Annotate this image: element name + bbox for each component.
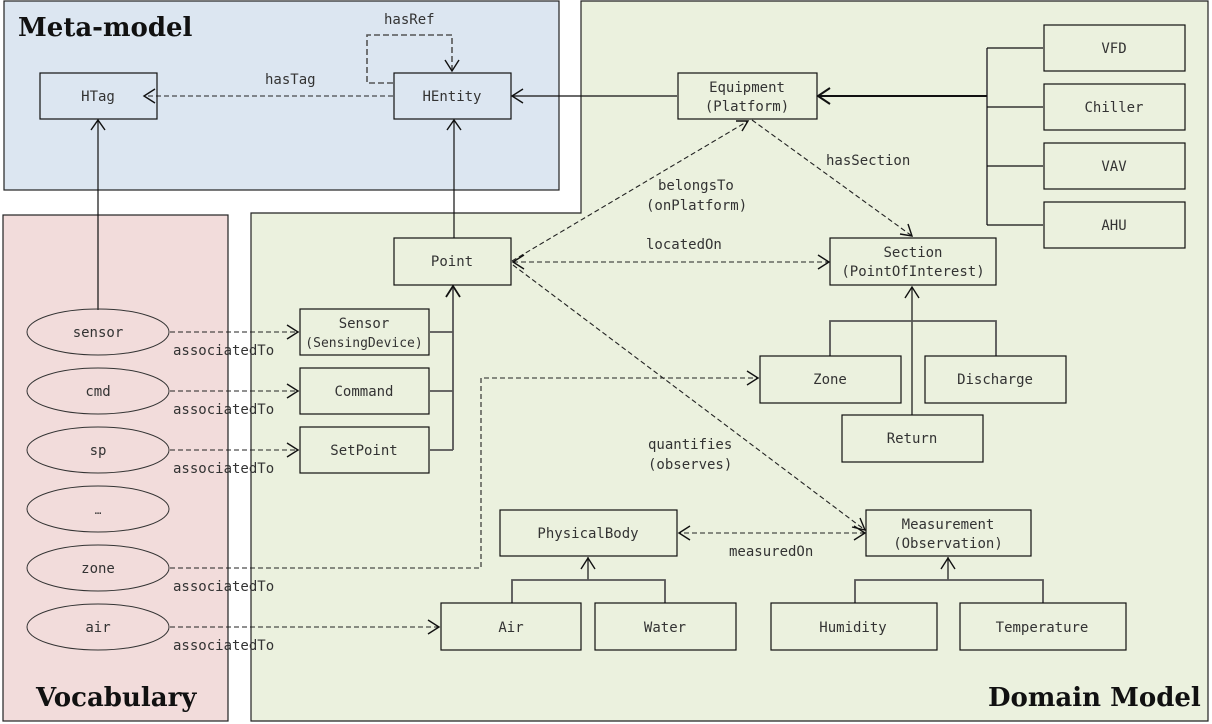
svg-text:Temperature: Temperature: [996, 620, 1089, 636]
svg-text:HTag: HTag: [81, 89, 115, 105]
svg-text:Water: Water: [644, 620, 686, 636]
has-tag-label: hasTag: [265, 72, 316, 88]
sensor-associated-label: associatedTo: [173, 343, 274, 359]
quantifies-label-line1: quantifies: [648, 437, 732, 453]
has-section-label: hasSection: [826, 153, 910, 169]
svg-text:VFD: VFD: [1101, 41, 1126, 57]
quantifies-label-line2: (observes): [648, 457, 732, 473]
ontology-diagram: Meta-model Vocabulary Domain Model hasRe…: [2, 0, 1209, 722]
svg-text:PhysicalBody: PhysicalBody: [537, 526, 638, 542]
svg-text:(SensingDevice): (SensingDevice): [305, 336, 422, 351]
svg-text:Zone: Zone: [813, 372, 847, 388]
svg-text:sp: sp: [90, 443, 107, 459]
svg-text:Equipment: Equipment: [709, 80, 785, 96]
svg-text:AHU: AHU: [1101, 218, 1126, 234]
measured-on-label: measuredOn: [729, 544, 813, 560]
svg-text:sensor: sensor: [73, 325, 124, 341]
svg-text:…: …: [95, 504, 102, 517]
svg-text:VAV: VAV: [1101, 159, 1127, 175]
meta-model-title: Meta-model: [18, 13, 193, 43]
svg-text:(Platform): (Platform): [705, 99, 789, 115]
svg-text:(PointOfInterest): (PointOfInterest): [841, 264, 984, 280]
belongs-to-label-line1: belongsTo: [658, 178, 734, 194]
domain-model-title: Domain Model: [988, 683, 1201, 713]
svg-text:(Observation): (Observation): [893, 536, 1003, 552]
vocabulary-title: Vocabulary: [35, 683, 197, 713]
svg-text:cmd: cmd: [85, 384, 110, 400]
svg-text:Air: Air: [498, 620, 523, 636]
svg-text:Section: Section: [883, 245, 942, 261]
svg-text:air: air: [85, 620, 110, 636]
svg-text:Measurement: Measurement: [902, 517, 995, 533]
svg-text:Sensor: Sensor: [339, 316, 390, 332]
svg-text:Command: Command: [334, 384, 393, 400]
svg-text:zone: zone: [81, 561, 115, 577]
located-on-label: locatedOn: [646, 237, 722, 253]
air-associated-label: associatedTo: [173, 638, 274, 654]
zone-associated-label: associatedTo: [173, 579, 274, 595]
sp-associated-label: associatedTo: [173, 461, 274, 477]
svg-text:Point: Point: [431, 254, 473, 270]
belongs-to-label-line2: (onPlatform): [646, 198, 747, 214]
svg-text:SetPoint: SetPoint: [330, 443, 397, 459]
svg-text:Humidity: Humidity: [819, 620, 886, 636]
has-ref-label: hasRef: [384, 12, 435, 28]
svg-text:Discharge: Discharge: [957, 372, 1033, 388]
cmd-associated-label: associatedTo: [173, 402, 274, 418]
svg-text:Chiller: Chiller: [1084, 100, 1143, 116]
svg-text:Return: Return: [887, 431, 938, 447]
svg-text:HEntity: HEntity: [422, 89, 481, 105]
